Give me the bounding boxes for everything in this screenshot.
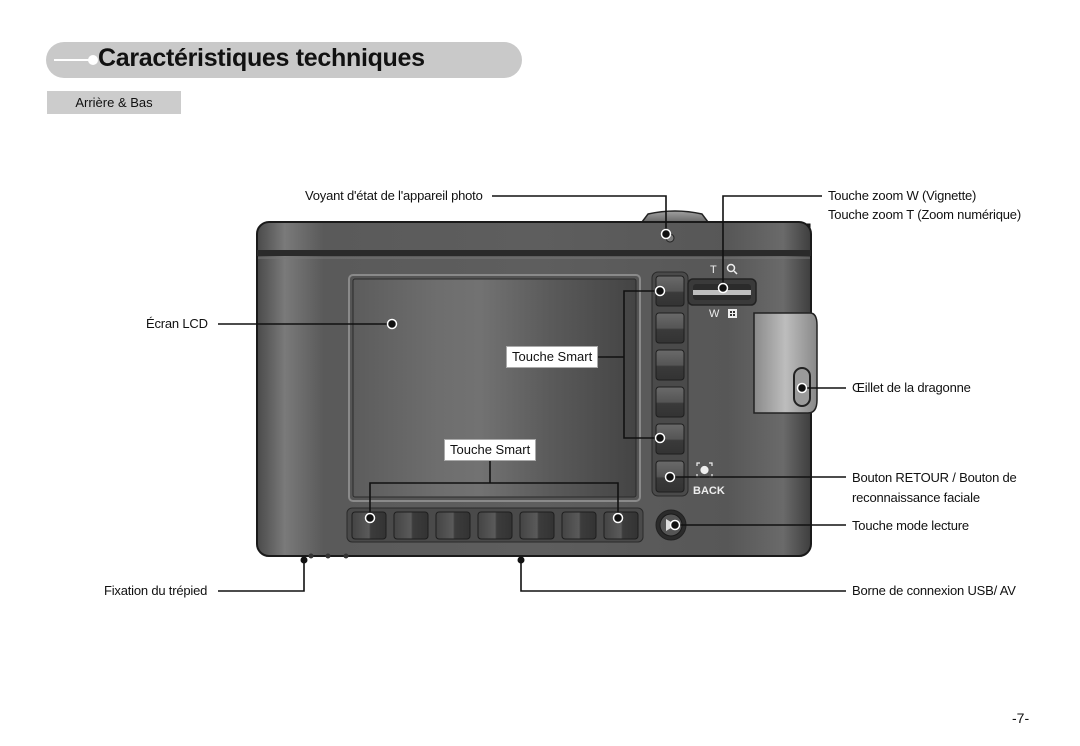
camera-back-illustration: T W BACK — [218, 195, 846, 592]
zoom-t-label: T — [710, 264, 717, 276]
page-number: -7- — [1012, 710, 1030, 726]
callout-usb-av: Borne de connexion USB/ AV — [852, 583, 1016, 598]
side-smart-button-3 — [655, 349, 685, 381]
bottom-smart-button-2 — [393, 511, 429, 540]
shutter-button — [640, 210, 710, 223]
zoom-w-label: W — [709, 308, 720, 320]
back-label: BACK — [693, 485, 725, 497]
callout-playback: Touche mode lecture — [852, 518, 969, 533]
callout-zoom-w: Touche zoom W (Vignette) — [828, 188, 977, 203]
callout-smart-side: Touche Smart — [506, 346, 599, 368]
body-seam — [257, 250, 811, 256]
side-smart-button-2 — [655, 312, 685, 344]
side-smart-button-4 — [655, 386, 685, 418]
callout-tripod: Fixation du trépied — [104, 583, 208, 598]
callout-smart-bottom: Touche Smart — [444, 439, 537, 461]
bottom-smart-button-6 — [561, 511, 597, 540]
leader-usb — [520, 561, 846, 592]
callout-zoom-t: Touche zoom T (Zoom numérique) — [828, 207, 1021, 222]
callout-status-lamp: Voyant d'état de l'appareil photo — [305, 188, 483, 203]
callout-back-button-line2: reconnaissance faciale — [852, 490, 980, 505]
bottom-smart-button-4 — [477, 511, 513, 540]
leader-tripod — [218, 561, 305, 592]
callout-back-button-line1: Bouton RETOUR / Bouton de — [852, 470, 1017, 485]
lcd-screen — [352, 278, 637, 498]
callout-lcd: Écran LCD — [146, 316, 208, 331]
bottom-smart-buttons — [351, 511, 639, 540]
callout-strap-eyelet: Œillet de la dragonne — [852, 380, 971, 395]
bottom-smart-button-3 — [435, 511, 471, 540]
thumbnail-icon — [728, 309, 737, 318]
bottom-smart-button-5 — [519, 511, 555, 540]
